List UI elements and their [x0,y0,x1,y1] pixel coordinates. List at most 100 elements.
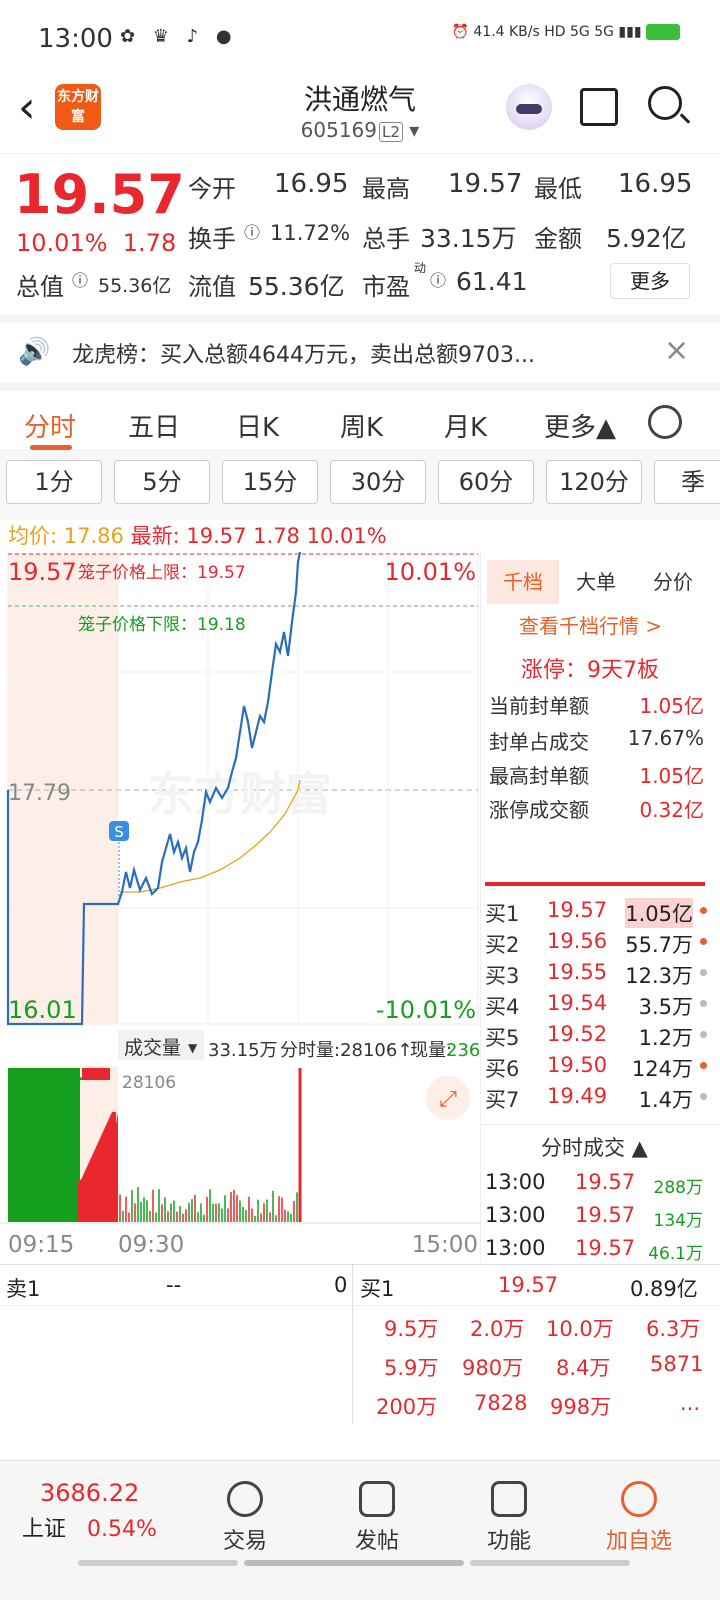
robot-assistant-icon[interactable] [506,84,552,130]
limit-up-streak: 涨停：9天7板 [521,658,659,683]
trades-title[interactable]: 分时成交 ▲ [541,1132,648,1162]
nav-add-watchlist[interactable]: 加自选 [594,1481,684,1555]
nav-trade[interactable]: 交易 [200,1481,290,1555]
bid-row: 买5 19.52 1.2万 [485,1022,707,1052]
period-30m[interactable]: 30分 [330,460,426,504]
period-1m[interactable]: 1分 [6,460,102,504]
order-book-panel: 千档 大单 分价 查看千档行情 > 涨停：9天7板 当前封单额 1.05亿 封单占… [480,552,720,1264]
vol-now: 236 [446,1040,480,1061]
turnover-label: 换手 [188,225,236,253]
queue-cell: 9.5万 [384,1317,439,1341]
float-mcap-value: 55.36亿 [248,272,345,301]
market-index[interactable]: 3686.22 上证 0.54% [22,1479,157,1543]
bid-row: 买7 19.49 1.4万 [485,1084,707,1114]
period-120m[interactable]: 120分 [546,460,642,504]
tab-big-order[interactable]: 大单 [561,560,631,604]
yen-icon [227,1481,263,1517]
queue-cell: 2.0万 [470,1317,525,1341]
ask1-vol: 0 [334,1273,348,1297]
queue-cell: 6.3万 [646,1317,701,1341]
pct-max-label: 10.01% [384,558,476,586]
info-icon[interactable]: ⓘ [430,267,446,291]
svg-text:▼: ▼ [188,1041,198,1055]
tab-weekly-k[interactable]: 周K [340,407,383,444]
high-value: 19.57 [448,169,523,199]
notice-text: 龙虎榜：买入总额4644万元，卖出总额9703... [72,343,535,368]
info-icon[interactable]: ⓘ [244,219,260,243]
kv-row: 封单占成交 17.67% [489,726,704,754]
time-close: 15:00 [412,1232,478,1258]
grid-icon [491,1481,527,1517]
y-min-label: 16.01 [8,996,77,1024]
turnover-value: 11.72% [270,221,351,245]
tab-qiandang[interactable]: 千档 [487,560,559,604]
bid1-label: 买1 [360,1277,395,1301]
speaker-icon: 🔊 [18,337,51,367]
tab-price-dist[interactable]: 分价 [637,560,709,604]
queue-cell: 980万 [462,1356,524,1380]
edit-icon [359,1481,395,1517]
period-selector: 1分 5分 15分 30分 60分 120分 季 [0,452,720,520]
gear-icon[interactable] [648,405,682,439]
open-value: 16.95 [274,169,349,199]
close-icon[interactable]: × [664,333,689,368]
tab-five-day[interactable]: 五日 [128,407,180,444]
bid-row: 买2 19.56 55.7万 [485,929,707,959]
view-qiandang-link[interactable]: 查看千档行情 > [519,610,662,639]
mcap-value: 55.36亿 [98,275,172,297]
intraday-chart[interactable]: 东方财富 S 19.57 笼子价格上限：19.57 笼子价格下限：19.18 1… [0,551,480,1262]
dragon-tiger-notice[interactable]: 🔊 龙虎榜：买入总额4644万元，卖出总额9703... × [0,315,720,383]
bid-ask-separator [485,882,705,886]
tab-more[interactable]: 更多▲ [544,407,616,444]
active-tab-indicator [30,445,72,450]
bid-row: 买3 19.55 12.3万 [485,960,707,990]
bid1-price: 19.57 [498,1273,559,1297]
cage-down-label: 笼子价格下限：19.18 [78,615,246,635]
more-button[interactable]: 更多 [610,263,690,299]
notification-icons: ✿ ♛ ♪ ● [120,26,238,47]
status-time: 13:00 [38,24,113,54]
queue-cell: 10.0万 [546,1317,614,1341]
pct-min-label: -10.01% [376,996,476,1024]
tab-intraday[interactable]: 分时 [24,407,76,444]
tab-daily-k[interactable]: 日K [236,407,279,444]
nav-functions[interactable]: 功能 [464,1481,554,1555]
pe-value: 61.41 [456,267,528,296]
tab-monthly-k[interactable]: 月K [444,407,487,444]
amount-value: 5.92亿 [606,224,687,253]
share-icon[interactable] [580,88,618,126]
bid-row: 买4 19.54 3.5万 [485,991,707,1021]
watermark: 东方财富 [148,767,332,821]
volume-value: 33.15万 [420,224,517,253]
mcap-label: 总值 [16,273,64,301]
trade-row: 13:00 19.57 134万 [485,1203,703,1231]
search-icon[interactable] [648,86,682,120]
time-open: 09:30 [118,1232,184,1258]
period-15m[interactable]: 15分 [222,460,318,504]
queue-cell: 5871 [650,1352,704,1376]
ask1-label: 卖1 [6,1277,41,1301]
vol-minute: 分时量:28106↑ [280,1040,412,1061]
vol-peak-label: 28106 [122,1073,176,1093]
bid1-vol: 0.89亿 [630,1277,698,1301]
y-mid-label: 17.79 [8,781,71,806]
intraday-svg: 东方财富 S 19.57 笼子价格上限：19.57 笼子价格下限：19.18 1… [0,551,480,1258]
nav-post[interactable]: 发帖 [332,1481,422,1555]
scroll-handle [244,1560,464,1566]
low-value: 16.95 [618,169,693,199]
cage-up-label: 笼子价格上限：19.57 [78,563,246,583]
float-mcap-label: 流值 [188,273,236,301]
trade-row: 13:00 19.57 288万 [485,1170,703,1198]
period-60m[interactable]: 60分 [438,460,534,504]
status-bar: 13:00 ✿ ♛ ♪ ● ⏰ 41.4 KB/s HD 5G 5G ▮▮▮ [0,0,720,72]
info-icon[interactable]: ⓘ [72,267,88,291]
period-quarter[interactable]: 季 [654,460,720,504]
ask1-price: -- [166,1273,182,1297]
open-label: 今开 [188,175,236,203]
period-5m[interactable]: 5分 [114,460,210,504]
kv-row: 当前封单额 1.05亿 [489,694,704,718]
expand-icon: ⤢ [439,1087,457,1112]
high-label: 最高 [362,175,410,203]
queue-cell: 5.9万 [384,1356,439,1380]
pe-sup: 动 [414,261,427,275]
